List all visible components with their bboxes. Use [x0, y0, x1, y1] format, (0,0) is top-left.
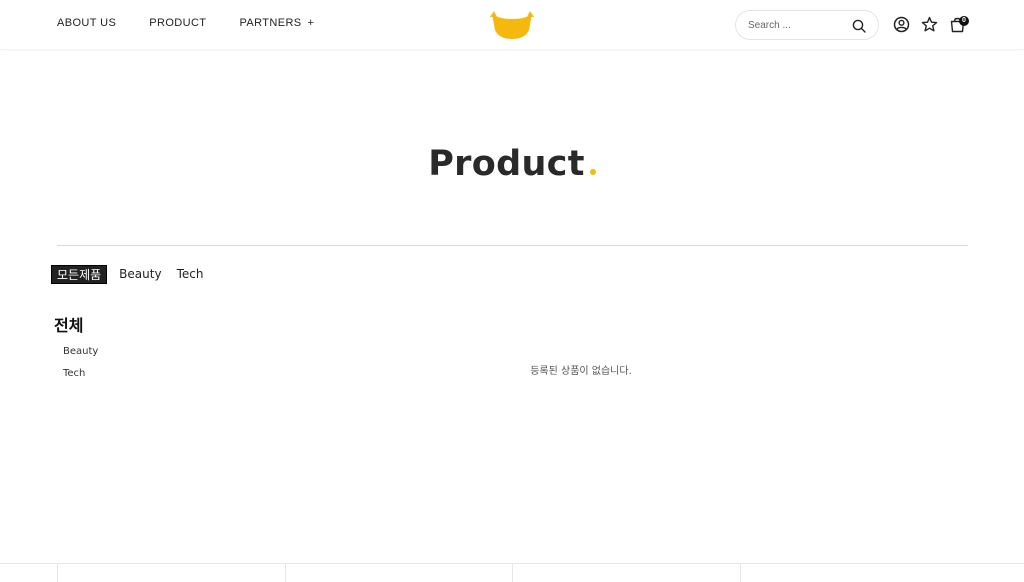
search-icon[interactable] — [852, 19, 866, 33]
site-header: ABOUT US PRODUCT PARTNERS + 0 — [0, 0, 1024, 50]
footer-column-divider — [512, 564, 513, 582]
footer-strip — [0, 563, 1024, 582]
nav-product[interactable]: PRODUCT — [149, 17, 206, 29]
search-box — [735, 10, 879, 40]
star-icon[interactable] — [921, 16, 938, 33]
sidebar-title: 전체 — [54, 316, 84, 335]
nav-partners-label: PARTNERS — [239, 17, 302, 29]
tab-tech[interactable]: Tech — [171, 265, 210, 284]
page-title-text: Product — [428, 144, 585, 184]
plus-icon: + — [307, 17, 315, 29]
nav-about-us[interactable]: ABOUT US — [57, 17, 116, 29]
search-input[interactable] — [748, 19, 848, 31]
nav-partners[interactable]: PARTNERS + — [239, 17, 314, 29]
category-tabs: 모든제품 Beauty Tech — [51, 265, 209, 284]
footer-column-divider — [740, 564, 741, 582]
title-accent-dot — [589, 169, 596, 175]
page-title: Product — [0, 144, 1024, 184]
section-divider — [57, 245, 968, 246]
brand-logo[interactable] — [489, 8, 535, 40]
tab-beauty[interactable]: Beauty — [113, 265, 167, 284]
user-circle-icon[interactable] — [893, 16, 910, 33]
empty-products-message: 등록된 상품이 없습니다. — [530, 366, 632, 377]
cart-count-badge: 0 — [959, 16, 969, 26]
tab-all-products[interactable]: 모든제품 — [51, 265, 108, 284]
main-nav: ABOUT US PRODUCT PARTNERS + — [57, 17, 314, 29]
footer-column-divider — [285, 564, 286, 582]
footer-column-divider — [57, 564, 58, 582]
